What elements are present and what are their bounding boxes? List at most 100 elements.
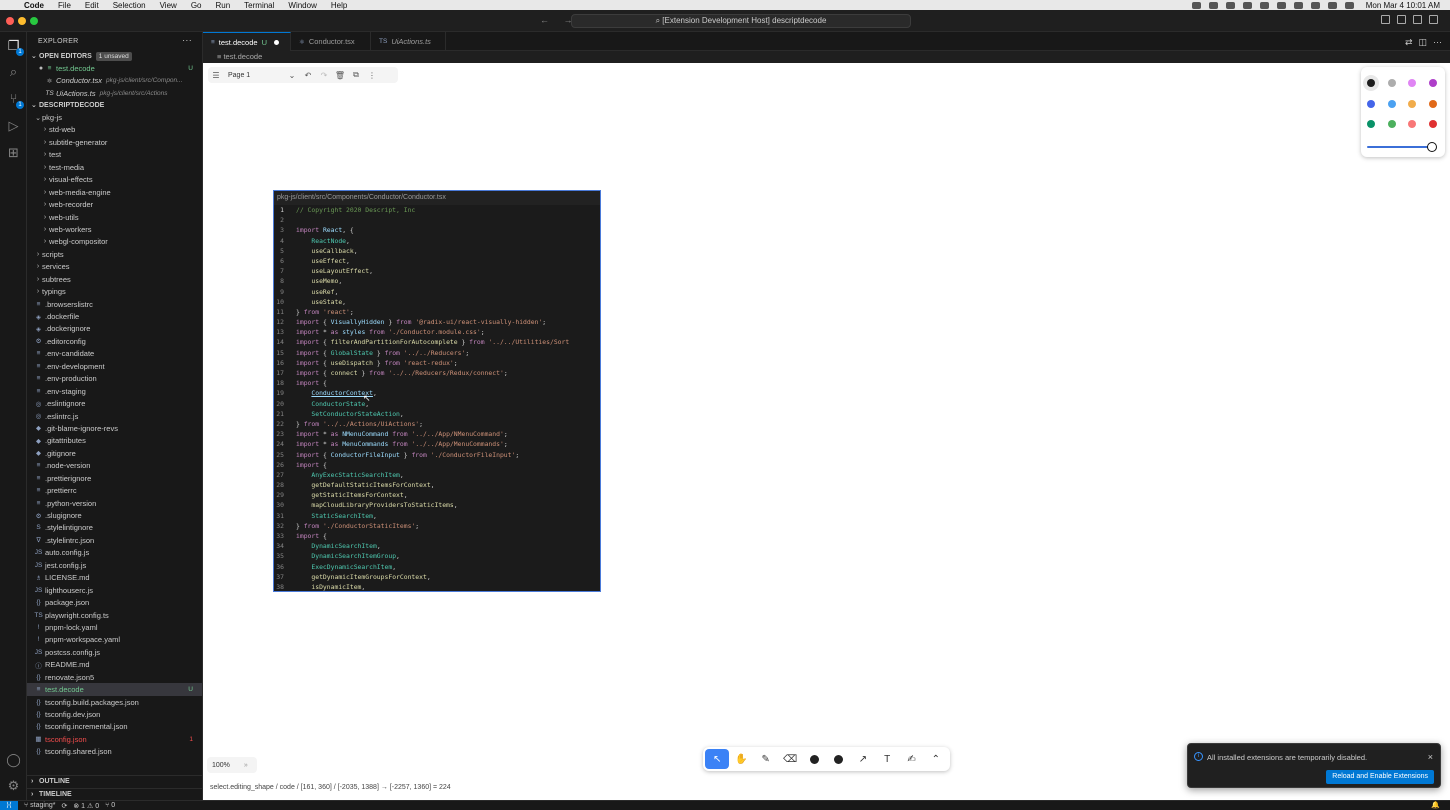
- tray-wifi-icon[interactable]: [1310, 1, 1320, 9]
- folder-item[interactable]: › web-utils: [27, 211, 202, 223]
- menu-run[interactable]: Run: [215, 1, 230, 10]
- color-swatch[interactable]: [1367, 79, 1375, 87]
- menu-edit[interactable]: Edit: [85, 1, 99, 10]
- file-item[interactable]: ◆ .gitattributes: [27, 435, 202, 447]
- file-item[interactable]: {} renovate.json5: [27, 671, 202, 683]
- file-item[interactable]: {} tsconfig.incremental.json: [27, 721, 202, 733]
- more-actions-icon[interactable]: ···: [182, 35, 192, 45]
- ports-status[interactable]: ⑂ 0: [105, 802, 115, 809]
- eraser-tool-icon[interactable]: ⌫: [778, 749, 802, 769]
- file-item[interactable]: {} tsconfig.shared.json: [27, 746, 202, 758]
- file-item[interactable]: ≡ .prettierrc: [27, 484, 202, 496]
- note-tool-icon[interactable]: ✍: [899, 749, 923, 769]
- open-editor-item[interactable]: TS UiActions.ts pkg-js/client/src/Actions: [27, 87, 202, 99]
- editor-tab[interactable]: ≡ test.decode U: [203, 32, 291, 51]
- select-tool-icon[interactable]: ↖: [705, 749, 730, 769]
- file-item[interactable]: ≡ .env-staging: [27, 385, 202, 397]
- tray-bluetooth-icon[interactable]: [1276, 1, 1286, 9]
- color-swatch[interactable]: [1387, 120, 1396, 128]
- color-swatch[interactable]: [1428, 120, 1437, 128]
- file-item[interactable]: ◎ .eslintrc.js: [27, 410, 202, 422]
- file-item[interactable]: ▦ tsconfig.json 1: [27, 733, 202, 745]
- open-editor-item[interactable]: ● ≡ test.decode U: [27, 62, 202, 74]
- editor-tab[interactable]: TS UiActions.ts: [371, 32, 446, 51]
- unsaved-dot-icon[interactable]: ●: [37, 65, 45, 72]
- file-item[interactable]: {} tsconfig.build.packages.json: [27, 696, 202, 708]
- folder-item[interactable]: › webgl-compositor: [27, 236, 202, 248]
- close-window-button[interactable]: [6, 17, 14, 25]
- page-selector[interactable]: Page 1: [228, 72, 284, 79]
- minimap-toggle-icon[interactable]: »: [244, 762, 248, 769]
- duplicate-icon[interactable]: ⧉: [348, 70, 364, 80]
- open-changes-icon[interactable]: ⇄: [1405, 37, 1413, 48]
- tray-app-icon[interactable]: [1225, 1, 1235, 9]
- color-swatch[interactable]: [1408, 99, 1416, 108]
- chevron-down-icon[interactable]: ⌄: [284, 71, 300, 80]
- split-editor-icon[interactable]: ◫: [1418, 37, 1427, 48]
- menu-window[interactable]: Window: [288, 1, 316, 10]
- menu-help[interactable]: Help: [331, 1, 347, 10]
- color-swatch[interactable]: [1408, 120, 1416, 128]
- customize-layout-icon[interactable]: [1429, 15, 1438, 24]
- redo-icon[interactable]: ↷: [316, 71, 332, 80]
- folder-item[interactable]: › scripts: [27, 248, 202, 260]
- more-actions-icon[interactable]: ···: [1433, 37, 1442, 48]
- opacity-slider-thumb[interactable]: [1427, 142, 1437, 152]
- tray-battery-icon[interactable]: [1293, 1, 1303, 9]
- folder-item[interactable]: › test-media: [27, 161, 202, 173]
- file-item[interactable]: ! pnpm-lock.yaml: [27, 621, 202, 633]
- menu-clock[interactable]: Mon Mar 4 10:01 AM: [1366, 1, 1440, 10]
- open-editor-item[interactable]: ⚛ Conductor.tsx pkg-js/client/src/Compon..…: [27, 74, 202, 86]
- file-item[interactable]: TS playwright.config.ts: [27, 609, 202, 621]
- folder-item[interactable]: › std-web: [27, 124, 202, 136]
- reload-enable-extensions-button[interactable]: Reload and Enable Extensions: [1326, 770, 1434, 784]
- file-item[interactable]: ⚙ .editorconfig: [27, 335, 202, 347]
- folder-item[interactable]: › web-media-engine: [27, 186, 202, 198]
- folder-item[interactable]: › subtrees: [27, 273, 202, 285]
- file-item[interactable]: ◆ .gitignore: [27, 447, 202, 459]
- color-swatch[interactable]: [1367, 99, 1375, 108]
- tray-app-icon[interactable]: [1242, 1, 1252, 9]
- open-editors-header[interactable]: ⌄ OPEN EDITORS 1 unsaved: [27, 50, 202, 62]
- menu-app-name[interactable]: Code: [24, 1, 44, 10]
- file-item[interactable]: ≡ .python-version: [27, 497, 202, 509]
- outline-section-header[interactable]: › OUTLINE: [27, 775, 202, 788]
- sync-icon[interactable]: ⟳: [61, 802, 67, 810]
- file-item[interactable]: ≡ .prettierignore: [27, 472, 202, 484]
- menu-selection[interactable]: Selection: [113, 1, 146, 10]
- folder-item[interactable]: › services: [27, 261, 202, 273]
- file-item[interactable]: ⓘ README.md: [27, 659, 202, 671]
- source-control-icon[interactable]: ⑂ 1: [6, 91, 24, 109]
- folder-item[interactable]: › subtitle-generator: [27, 136, 202, 148]
- workspace-root-header[interactable]: ⌄ DESCRIPTDECODE: [27, 99, 202, 111]
- close-icon[interactable]: ×: [1428, 752, 1433, 762]
- run-debug-icon[interactable]: ▷: [6, 118, 21, 133]
- file-item[interactable]: ≡ .node-version: [27, 460, 202, 472]
- whiteboard-canvas[interactable]: ☰ Page 1 ⌄ ↶ ↷ 🗑 ⧉ ⋮ pkg-js/client/src/C…: [203, 63, 1450, 800]
- folder-item[interactable]: › test: [27, 149, 202, 161]
- file-item[interactable]: ≡ .env-development: [27, 360, 202, 372]
- menu-go[interactable]: Go: [191, 1, 202, 10]
- color-swatch[interactable]: [1428, 99, 1437, 108]
- file-item[interactable]: S .stylelintignore: [27, 522, 202, 534]
- folder-item[interactable]: › web-recorder: [27, 198, 202, 210]
- editor-tab[interactable]: ⚛ Conductor.tsx: [291, 32, 371, 51]
- main-menu-icon[interactable]: ☰: [208, 71, 224, 80]
- branch-status[interactable]: ⑂ staging*: [24, 802, 55, 809]
- zoom-window-button[interactable]: [30, 17, 38, 25]
- file-item[interactable]: ! pnpm-workspace.yaml: [27, 634, 202, 646]
- file-item[interactable]: ⚙ .slugignore: [27, 509, 202, 521]
- tray-record-icon[interactable]: [1191, 1, 1201, 9]
- ellipse-tool-icon[interactable]: [826, 749, 850, 769]
- color-swatch[interactable]: [1408, 79, 1416, 87]
- extensions-icon[interactable]: ⊞: [6, 145, 21, 160]
- delete-icon[interactable]: 🗑: [332, 71, 348, 80]
- manage-gear-icon[interactable]: ⚙: [6, 778, 21, 793]
- hand-tool-icon[interactable]: ✋: [729, 749, 753, 769]
- undo-icon[interactable]: ↶: [300, 71, 316, 80]
- file-item[interactable]: ≡ .browserslistrc: [27, 298, 202, 310]
- color-swatch[interactable]: [1428, 79, 1437, 87]
- file-item[interactable]: ◎ .eslintignore: [27, 397, 202, 409]
- color-swatch[interactable]: [1387, 79, 1396, 87]
- timeline-section-header[interactable]: › TIMELINE: [27, 787, 202, 801]
